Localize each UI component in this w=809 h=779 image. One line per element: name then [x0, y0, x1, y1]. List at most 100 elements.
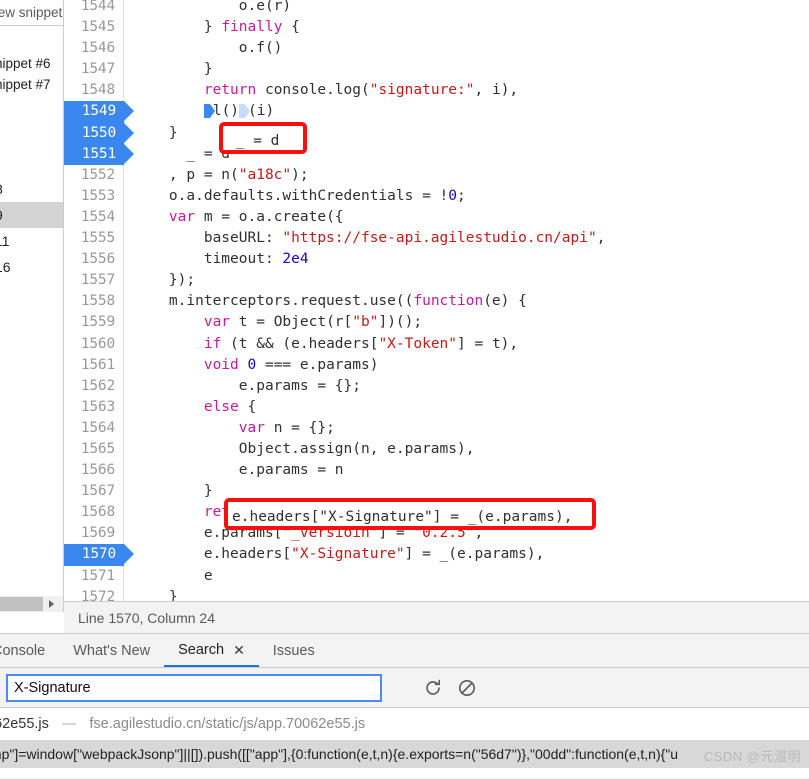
new-snippet-button[interactable]: New snippet	[0, 5, 62, 20]
snippets-horizontal-scrollbar[interactable]	[0, 596, 63, 612]
result-file-url: fse.agilestudio.cn/static/js/app.70062e5…	[89, 716, 366, 732]
code-line-text: o.e(r)	[124, 0, 809, 17]
code-token: ,	[518, 504, 527, 521]
code-line: 1554 var m = o.a.create({	[64, 206, 809, 229]
code-token: "a18c"	[238, 166, 292, 183]
line-number[interactable]: 1570	[64, 544, 134, 566]
line-number[interactable]: 1562	[64, 375, 124, 397]
code-token: "b"	[352, 314, 379, 331]
code-token: Object.assign(n, e.params),	[134, 440, 475, 457]
code-token: l()	[212, 103, 240, 120]
code-line-text: if (t && (e.headers["X-Token"] = t),	[124, 334, 809, 355]
code-line-text: _ = d	[124, 144, 809, 165]
code-token: 2e4	[282, 251, 309, 268]
code-token: o.f()	[134, 40, 283, 57]
line-number[interactable]: 1566	[64, 460, 124, 482]
code-token: (e) {	[483, 293, 527, 310]
chevron-right-icon[interactable]	[43, 596, 60, 612]
code-token: (i)	[248, 103, 275, 120]
code-token: 0	[448, 187, 458, 204]
line-number[interactable]: 1553	[64, 185, 124, 207]
snippet-num-11[interactable]: 11	[0, 228, 63, 254]
line-number[interactable]: 1568	[64, 502, 124, 524]
line-number[interactable]: 1547	[64, 59, 124, 81]
code-token: }	[134, 588, 178, 601]
snippet-item-6[interactable]: Snippet #6	[0, 53, 63, 74]
code-line-text: e	[124, 566, 809, 587]
snippet-num-8[interactable]: 8	[0, 176, 63, 202]
line-number[interactable]: 1554	[64, 206, 124, 229]
code-line-text: baseURL: "https://fse-api.agilestudio.cn…	[124, 228, 809, 249]
code-line: 1560 if (t && (e.headers["X-Token"] = t)…	[64, 333, 809, 355]
line-number[interactable]: 1567	[64, 481, 124, 503]
code-token: );	[291, 166, 309, 183]
search-result-file[interactable]: 062e55.js — fse.agilestudio.cn/static/js…	[0, 708, 809, 740]
snippet-item-7[interactable]: Snippet #7	[0, 74, 63, 95]
scrollbar-thumb[interactable]	[0, 597, 43, 611]
line-number[interactable]: 1545	[64, 17, 124, 39]
code-line-text: m.interceptors.request.use((function(e) …	[124, 291, 809, 312]
line-number[interactable]: 1549	[64, 101, 134, 123]
line-number[interactable]: 1569	[64, 523, 124, 545]
tab-issues[interactable]: Issues	[259, 634, 329, 667]
code-token: "X-Token"	[378, 335, 458, 352]
code-token: e.params = n	[134, 462, 344, 479]
snippet-num-16[interactable]: 16	[0, 254, 63, 280]
line-number[interactable]: 1560	[64, 333, 124, 355]
close-icon[interactable]: ✕	[233, 643, 245, 657]
code-line: 1556 timeout: 2e4	[64, 249, 809, 271]
code-token: "0.2.5"	[413, 525, 475, 542]
search-input[interactable]	[6, 673, 382, 702]
code-line: 1546 o.f()	[64, 38, 809, 60]
tab-console[interactable]: Console	[0, 634, 59, 667]
code-line: 1567 }	[64, 481, 809, 503]
line-number[interactable]: 1550	[64, 122, 134, 144]
line-number[interactable]: 1552	[64, 164, 124, 186]
tab-console-label: Console	[0, 642, 46, 659]
inline-breakpoint-icon[interactable]	[203, 104, 215, 119]
line-number[interactable]: 1548	[64, 80, 124, 102]
code-line-text: timeout: 2e4	[124, 249, 809, 270]
line-number[interactable]: 1544	[64, 0, 124, 18]
tab-search[interactable]: Search ✕	[164, 634, 259, 667]
line-number[interactable]: 1555	[64, 228, 124, 250]
code-token: "_platform"	[343, 504, 440, 521]
code-token: ,	[596, 230, 606, 247]
code-token: (t && (e.headers[	[221, 335, 379, 352]
snippet-num-9[interactable]: 9	[0, 202, 63, 228]
tab-whats-new[interactable]: What's New	[59, 634, 164, 667]
line-number[interactable]: 1556	[64, 249, 124, 271]
refresh-icon[interactable]	[416, 671, 450, 705]
line-number[interactable]: 1563	[64, 396, 124, 418]
line-number[interactable]: 1561	[64, 354, 124, 376]
code-token: ])();	[378, 314, 423, 331]
line-number[interactable]: 1557	[64, 270, 124, 292]
code-line: 1555 baseURL: "https://fse-api.agilestud…	[64, 228, 809, 250]
code-line-text: var m = o.a.create({	[124, 207, 809, 228]
line-number[interactable]: 1559	[64, 312, 124, 334]
code-token: "X-Signature"	[291, 546, 405, 563]
source-code-editor[interactable]: 1544 o.e(r) 1545 } finally {1546 o.f() 154…	[64, 0, 809, 601]
line-number[interactable]: 1572	[64, 586, 124, 601]
code-token: t = Object(r[	[230, 314, 353, 331]
code-token: e	[134, 567, 213, 584]
code-token: ] = _(e.params),	[404, 546, 545, 563]
clear-icon[interactable]	[450, 671, 484, 705]
code-token: }	[134, 61, 213, 78]
devtools-drawer: Console What's New Search ✕ Issues	[0, 633, 809, 779]
code-line: 1544 o.e(r)	[64, 0, 809, 18]
inline-breakpoint-icon[interactable]	[239, 104, 251, 119]
line-number[interactable]: 1564	[64, 417, 124, 439]
line-number[interactable]: 1558	[64, 291, 124, 313]
code-token: void	[203, 356, 239, 373]
line-number[interactable]: 1571	[64, 565, 124, 587]
tab-whats-new-label: What's New	[73, 642, 151, 659]
search-result-match[interactable]: onp"]=window["webpackJsonp"]||[]).push([…	[0, 740, 809, 768]
cursor-position-label: Line 1570, Column 24	[78, 609, 215, 626]
line-number[interactable]: 1551	[64, 143, 134, 165]
line-number[interactable]: 1546	[64, 38, 124, 60]
line-number[interactable]: 1565	[64, 438, 124, 461]
code-token: }	[134, 19, 222, 36]
